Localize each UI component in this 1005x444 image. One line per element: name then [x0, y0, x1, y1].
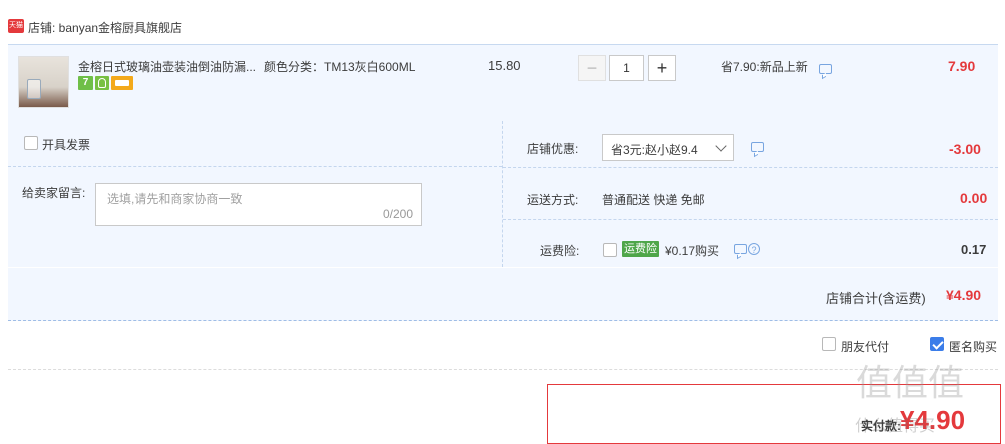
- insurance-tag: 运费险: [622, 241, 659, 257]
- product-title-link[interactable]: 金榕日式玻璃油壶装油倒油防漏...: [78, 58, 260, 75]
- invoice-checkbox[interactable]: [24, 136, 38, 150]
- message-char-count: 0/200: [382, 207, 413, 221]
- seller-message-input[interactable]: 选填,请先和商家协商一致 0/200: [95, 183, 422, 226]
- store-total-value: ¥4.90: [946, 287, 982, 303]
- coupon-selected: 省3元:赵小赵9.4: [611, 143, 698, 157]
- shipping-amount: 0.00: [960, 190, 988, 206]
- insurance-price: ¥0.17购买: [665, 244, 720, 258]
- quantity-input[interactable]: 1: [609, 55, 644, 81]
- chat-icon[interactable]: [734, 244, 747, 254]
- store-total-label: 店铺合计(含运费): [826, 291, 926, 306]
- order-options-right: 店铺优惠: -3.00 运送方式: 普通配送 快递 免邮 0.00 运费险: 运…: [503, 121, 998, 267]
- divider: [8, 369, 998, 370]
- product-sku: 颜色分类：TM13灰白600ML: [264, 60, 416, 74]
- card-icon[interactable]: [111, 76, 133, 90]
- insurance-checkbox[interactable]: [603, 243, 617, 257]
- watermark-logo: 值值值: [856, 363, 965, 404]
- insurance-label: 运费险:: [540, 244, 580, 258]
- store-header: 天猫 店铺: banyan金榕厨具旗舰店: [0, 0, 1005, 44]
- divider: [503, 219, 998, 220]
- insurance-amount: 0.17: [961, 242, 987, 257]
- product-thumbnail[interactable]: [18, 56, 69, 108]
- friend-pay-checkbox[interactable]: [822, 337, 836, 351]
- order-item-row: 金榕日式玻璃油壶装油倒油防漏... 颜色分类：TM13灰白600ML 7 15.…: [8, 44, 998, 122]
- anonymous-checkbox[interactable]: [930, 337, 944, 351]
- service-icons: 7: [78, 76, 135, 92]
- chat-icon[interactable]: [819, 64, 832, 74]
- quality-icon[interactable]: [95, 76, 109, 90]
- coupon-amount: -3.00: [949, 141, 981, 157]
- anonymous-label[interactable]: 匿名购买: [949, 338, 997, 355]
- help-icon[interactable]: ?: [748, 243, 760, 255]
- coupon-select[interactable]: 省3元:赵小赵9.4: [602, 134, 734, 161]
- divider: [503, 167, 998, 168]
- quantity-increase-button[interactable]: +: [648, 55, 676, 81]
- friend-pay-label[interactable]: 朋友代付: [841, 338, 889, 355]
- chevron-down-icon: [715, 140, 727, 152]
- coupon-label: 店铺优惠:: [527, 142, 579, 156]
- divider: [8, 166, 502, 167]
- message-label: 给卖家留言:: [22, 186, 86, 200]
- tmall-icon: 天猫: [8, 19, 24, 33]
- watermark-site: 什么值得买: [855, 416, 936, 435]
- invoice-label: 开具发票: [42, 138, 91, 152]
- message-placeholder: 选填,请先和商家协商一致: [107, 192, 243, 206]
- shipping-label: 运送方式:: [527, 193, 579, 207]
- seven-day-return-icon[interactable]: 7: [78, 76, 93, 90]
- quantity-decrease-button[interactable]: −: [578, 55, 606, 81]
- unit-price: 15.80: [488, 58, 521, 73]
- item-subtotal: 7.90: [948, 58, 976, 74]
- item-promotion: 省7.90:新品上新: [721, 60, 808, 74]
- shipping-method: 普通配送 快递 免邮: [602, 193, 705, 207]
- store-name-link[interactable]: 店铺: banyan金榕厨具旗舰店: [28, 19, 182, 36]
- store-total-row: 店铺合计(含运费) ¥4.90: [8, 268, 998, 321]
- chat-icon[interactable]: [751, 142, 764, 152]
